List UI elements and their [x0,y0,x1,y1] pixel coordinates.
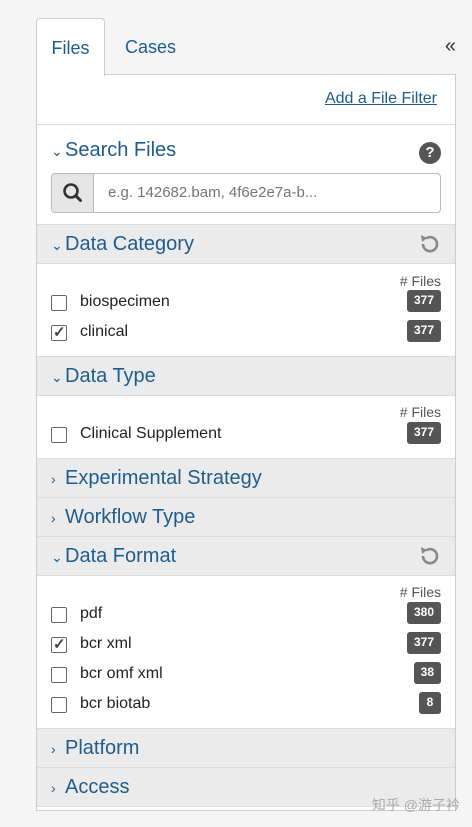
item-label: Clinical Supplement [80,425,222,442]
list-item[interactable]: bcr xml 377 [51,632,441,657]
facet-body-data-format: # Files pdf 380 bcr xml 377 bcr omf xml … [37,576,455,729]
tab-files[interactable]: Files [36,18,105,76]
workflow-type-title: › Workflow Type [51,506,195,529]
search-files-section: ⌄ Search Files ? [37,125,455,225]
facet-title-label: Data Format [65,545,177,567]
checkbox[interactable] [51,607,67,623]
checkbox[interactable] [51,697,67,713]
search-files-toggle[interactable]: ⌄ Search Files [51,139,176,162]
watermark: 知乎 @游子衿 [371,797,460,813]
facet-title-label: Data Type [65,365,156,387]
facet-header-experimental-strategy[interactable]: › Experimental Strategy [37,459,455,498]
item-label: biospecimen [80,293,170,310]
facet-header-workflow-type[interactable]: › Workflow Type [37,498,455,537]
data-category-title: ⌄ Data Category [51,233,194,256]
item-label: pdf [80,605,103,622]
item-label: bcr biotab [80,695,151,712]
reset-icon[interactable] [417,232,441,256]
add-filter-row: Add a File Filter [37,75,455,125]
data-format-title: ⌄ Data Format [51,545,176,568]
facet-title-label: Data Category [65,233,194,255]
list-item[interactable]: biospecimen 377 [51,290,441,315]
count-badge: 377 [406,422,441,444]
tab-cases[interactable]: Cases [125,18,176,75]
facet-title-label: Workflow Type [65,506,196,528]
facet-body-data-type: # Files Clinical Supplement 377 [37,396,455,459]
chevron-right-icon: › [51,780,56,796]
chevron-right-icon: › [51,510,56,526]
checkbox[interactable] [51,295,67,311]
count-badge: 377 [406,632,441,654]
count-badge: 380 [406,602,441,624]
collapse-icon[interactable]: « [445,35,456,58]
facet-title-label: Access [65,776,130,798]
chevron-down-icon: ⌄ [51,369,63,385]
search-files-input[interactable] [108,184,428,201]
facet-body-data-category: # Files biospecimen 377 clinical 377 [37,264,455,357]
files-count-header: # Files [399,584,441,600]
facet-header-data-type[interactable]: ⌄ Data Type [37,357,455,396]
chevron-down-icon: ⌄ [51,549,63,565]
count-badge: 38 [413,662,441,684]
search-icon [63,183,82,202]
checkbox-checked[interactable] [51,323,67,341]
search-button[interactable] [52,174,94,212]
item-label: bcr xml [80,635,132,652]
count-badge: 377 [406,320,441,342]
tab-bar: Files Cases « [36,18,456,76]
search-files-field [51,173,441,213]
count-badge: 8 [419,692,441,714]
data-type-title: ⌄ Data Type [51,365,156,388]
item-label: clinical [80,323,129,340]
checkbox[interactable] [51,427,67,443]
files-count-header: # Files [399,404,441,420]
filter-panel: Add a File Filter ⌄Search Files ? ⌄Data … [36,74,456,811]
facet-header-data-format[interactable]: ⌄ Data Format [37,537,455,576]
chevron-down-icon: ⌄ [51,237,63,253]
platform-title: › Platform [51,737,139,760]
facet-header-data-category[interactable]: ⌄ Data Category [37,225,455,264]
help-icon[interactable]: ? [419,142,441,164]
item-label: bcr omf xml [80,665,163,682]
file-filter-sidebar: Files Cases « Add a File Filter ⌄ Search … [0,0,472,827]
facet-title-label: Platform [65,737,140,759]
search-files-title: Search Files [65,139,177,161]
count-badge: 377 [406,290,441,312]
experimental-strategy-title: › Experimental Strategy [51,467,262,490]
chevron-right-icon: › [51,741,56,757]
checkbox-checked[interactable] [51,635,67,653]
add-file-filter-link[interactable]: Add a File Filter [325,90,437,108]
list-item[interactable]: pdf 380 [51,602,441,627]
access-title: › Access [51,776,129,799]
files-count-header: # Files [399,273,441,289]
list-item[interactable]: clinical 377 [51,320,441,345]
reset-icon[interactable] [417,544,441,568]
checkbox[interactable] [51,667,67,683]
chevron-down-icon: ⌄ [51,143,63,159]
list-item[interactable]: bcr omf xml 38 [51,662,441,687]
chevron-right-icon: › [51,471,56,487]
facet-header-platform[interactable]: › Platform [37,729,455,768]
list-item[interactable]: bcr biotab 8 [51,692,441,717]
list-item[interactable]: Clinical Supplement 377 [51,422,441,447]
facet-title-label: Experimental Strategy [65,467,262,489]
